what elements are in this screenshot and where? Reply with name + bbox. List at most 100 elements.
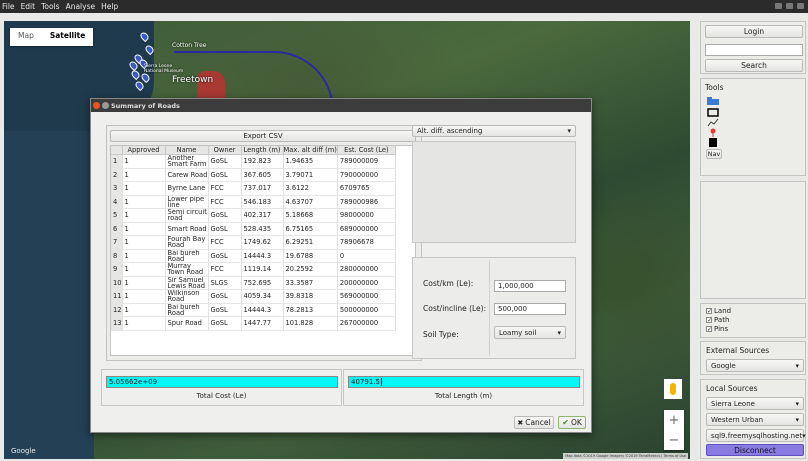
soil-type-select[interactable]: Loamy soil ▾ xyxy=(494,326,566,339)
export-csv-button[interactable]: Export CSV xyxy=(110,130,416,142)
path-tool-icon[interactable] xyxy=(706,117,720,127)
local-source-area-select[interactable]: Western Urban ▾ xyxy=(706,413,804,426)
search-button[interactable]: Search xyxy=(705,59,803,72)
rectangle-tool-icon[interactable] xyxy=(706,107,720,117)
table-cell: 19.6788 xyxy=(283,249,338,263)
table-cell: 192.823 xyxy=(241,154,284,169)
column-header[interactable]: Approved xyxy=(122,146,166,155)
table-cell: 33.3587 xyxy=(283,276,338,290)
menu-edit[interactable]: Edit xyxy=(21,2,36,11)
layer-pins-checkbox[interactable]: ✓ Pins xyxy=(706,325,728,333)
column-header[interactable]: Owner xyxy=(208,146,242,155)
table-cell: FCC xyxy=(208,195,242,209)
cost-incline-label: Cost/incline (Le): xyxy=(423,304,487,313)
disconnect-button[interactable]: Disconnect xyxy=(706,444,804,456)
folder-icon[interactable] xyxy=(706,96,720,106)
table-row[interactable]: 6 1 Smart Road GoSL 528.435 6.75165 689000000 xyxy=(111,222,396,236)
table-row[interactable]: 2 1 Carew Road GoSL 367.605 3.79071 790000000 xyxy=(111,168,396,182)
table-cell: 98000000 xyxy=(337,208,396,223)
layer-land-checkbox[interactable]: ✓ Land xyxy=(706,307,731,315)
local-source-server-select[interactable]: sql9.freemysqlhosting.net ▾ xyxy=(706,429,806,442)
row-index: 12 xyxy=(111,303,123,317)
table-cell: 752.695 xyxy=(241,276,284,290)
tray-icon[interactable] xyxy=(775,3,782,9)
column-header[interactable] xyxy=(111,146,123,155)
column-header[interactable]: Name xyxy=(165,146,209,155)
menu-help[interactable]: Help xyxy=(101,2,118,11)
table-cell: 280000000 xyxy=(337,262,396,277)
table-cell: 689000000 xyxy=(337,222,396,236)
ok-button[interactable]: ✔ OK xyxy=(558,416,586,429)
column-header[interactable]: Length (m) xyxy=(241,146,284,155)
external-source-select[interactable]: Google ▾ xyxy=(706,359,804,372)
table-row[interactable]: 10 1 Sir Samuel Lewis Road SLGS 752.695 33.35… xyxy=(111,276,396,290)
table-cell: Fourah Bay Road xyxy=(165,235,209,250)
roads-table: Approved Name Owner Length (m) Max. alt diff… xyxy=(110,145,416,356)
nav-button[interactable]: Nav xyxy=(706,149,722,159)
table-cell: Lower pipe line xyxy=(165,195,209,209)
tab-map[interactable]: Map xyxy=(10,28,42,46)
map-attribution[interactable]: Map data ©2019 Google Imagery ©2019 Terr… xyxy=(563,453,688,459)
zoom-in-button[interactable]: + xyxy=(664,410,684,430)
row-index: 5 xyxy=(111,208,123,223)
table-row[interactable]: 7 1 Fourah Bay Road FCC 1749.62 6.29251 789066… xyxy=(111,235,396,250)
table-cell: 1 xyxy=(122,168,166,182)
chevron-down-icon: ▾ xyxy=(795,399,799,408)
ok-label: OK xyxy=(570,418,582,427)
cost-incline-input[interactable]: 500,000 xyxy=(494,303,566,315)
total-length-field[interactable]: 40791.5 xyxy=(348,376,580,388)
table-cell: GoSL xyxy=(208,303,242,317)
table-row[interactable]: 5 1 Semi circuit road GoSL 402.317 5.18668 980… xyxy=(111,208,396,223)
system-tray xyxy=(775,3,804,9)
fill-tool-icon[interactable] xyxy=(706,137,720,147)
row-index: 3 xyxy=(111,181,123,196)
row-index: 8 xyxy=(111,249,123,263)
chevron-down-icon: ▾ xyxy=(802,431,806,440)
total-cost-field[interactable]: 5.05662e+09 xyxy=(106,376,338,388)
layer-path-checkbox[interactable]: ✓ Path xyxy=(706,316,729,324)
login-button[interactable]: Login xyxy=(705,25,803,38)
table-row[interactable]: 3 1 Byrne Lane FCC 737.017 3.6122 6709765 xyxy=(111,181,396,196)
dialog-titlebar: Summary of Roads xyxy=(91,99,591,112)
table-row[interactable]: 13 1 Spur Road GoSL 1447.77 101.828 267000000 xyxy=(111,316,396,331)
table-cell: 78906678 xyxy=(337,235,396,250)
table-cell: GoSL xyxy=(208,222,242,236)
cancel-button[interactable]: ✖ Cancel xyxy=(514,416,554,429)
info-box xyxy=(700,181,806,299)
column-header[interactable]: Max. alt diff (m) xyxy=(283,146,338,155)
table-cell: Murray Town Road xyxy=(165,262,209,277)
local-source-area-value: Western Urban xyxy=(711,415,764,424)
row-index: 10 xyxy=(111,276,123,290)
tools-title: Tools xyxy=(705,83,724,92)
menu-file[interactable]: File xyxy=(2,2,15,11)
local-source-region-select[interactable]: Sierra Leone ▾ xyxy=(706,397,804,410)
table-row[interactable]: 12 1 Bai bureh Road GoSL 14444.3 78.2813 50000… xyxy=(111,303,396,317)
menu-analyse[interactable]: Analyse xyxy=(66,2,96,11)
preview-area xyxy=(412,141,576,243)
google-logo: Google xyxy=(11,447,36,455)
zoom-out-button[interactable]: − xyxy=(664,430,684,450)
cost-km-input[interactable]: 1,000,000 xyxy=(494,280,566,292)
table-row[interactable]: 4 1 Lower pipe line FCC 546.183 4.63707 789000… xyxy=(111,195,396,209)
pin-tool-icon[interactable] xyxy=(706,127,720,137)
table-row[interactable]: 1 1 Another Smart Farm GoSL 192.823 1.94635 78… xyxy=(111,154,396,169)
minimize-icon[interactable] xyxy=(102,102,109,109)
map-label-museum: Sierra Leone National Museum xyxy=(144,64,184,74)
menu-tools[interactable]: Tools xyxy=(41,2,59,11)
search-input[interactable] xyxy=(705,44,803,56)
layers-box: ✓ Land ✓ Path ✓ Pins xyxy=(700,303,806,338)
sort-order-select[interactable]: Alt. diff. ascending ▾ xyxy=(412,125,576,137)
tab-satellite[interactable]: Satellite xyxy=(42,28,94,46)
table-cell: Smart Road xyxy=(165,222,209,236)
close-icon[interactable] xyxy=(93,102,100,109)
tray-icon[interactable] xyxy=(786,3,793,9)
table-row[interactable]: 9 1 Murray Town Road FCC 1119.14 20.2592 28000… xyxy=(111,262,396,277)
table-cell: 1 xyxy=(122,262,166,277)
table-cell: 3.79071 xyxy=(283,168,338,182)
table-row[interactable]: 11 1 Wilkinson Road GoSL 4059.34 39.8318 56900… xyxy=(111,289,396,304)
pegman-icon[interactable] xyxy=(664,379,682,399)
table-row[interactable]: 8 1 Bai bureh Road GoSL 14444.3 19.6788 0 xyxy=(111,249,396,263)
tray-icon[interactable] xyxy=(797,3,804,9)
column-header[interactable]: Est. Cost (Le) xyxy=(337,146,396,155)
table-cell: GoSL xyxy=(208,168,242,182)
